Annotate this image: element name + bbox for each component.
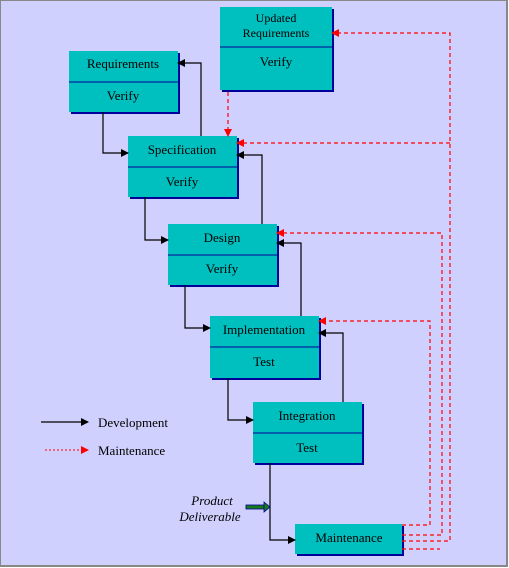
box-design: Design Verify [168,224,279,287]
box-title: Requirements [87,56,159,71]
box-title: Updated [256,11,297,25]
box-subtitle: Test [253,354,275,369]
box-title: Requirements [243,26,310,40]
box-subtitle: Verify [107,88,140,103]
box-title: Design [204,230,241,245]
box-implementation: Implementation Test [210,316,321,380]
box-maintenance: Maintenance [295,524,404,556]
box-specification: Specification Verify [128,136,239,199]
legend-development-label: Development [98,415,168,430]
box-title: Implementation [223,322,306,337]
box-subtitle: Verify [166,174,199,189]
product-deliverable-label: Product [190,493,233,508]
box-title: Integration [278,408,336,423]
box-title: Maintenance [315,530,382,545]
box-subtitle: Verify [206,261,239,276]
box-title: Specification [148,142,217,157]
product-deliverable-label: Deliverable [178,509,241,524]
waterfall-diagram: Updated Requirements Verify Requirements… [0,0,508,567]
box-integration: Integration Test [253,402,364,465]
box-requirements: Requirements Verify [69,51,180,114]
box-updated-requirements: Updated Requirements Verify [220,7,334,92]
legend-maintenance-label: Maintenance [98,443,165,458]
box-subtitle: Verify [260,54,293,69]
box-subtitle: Test [296,440,318,455]
